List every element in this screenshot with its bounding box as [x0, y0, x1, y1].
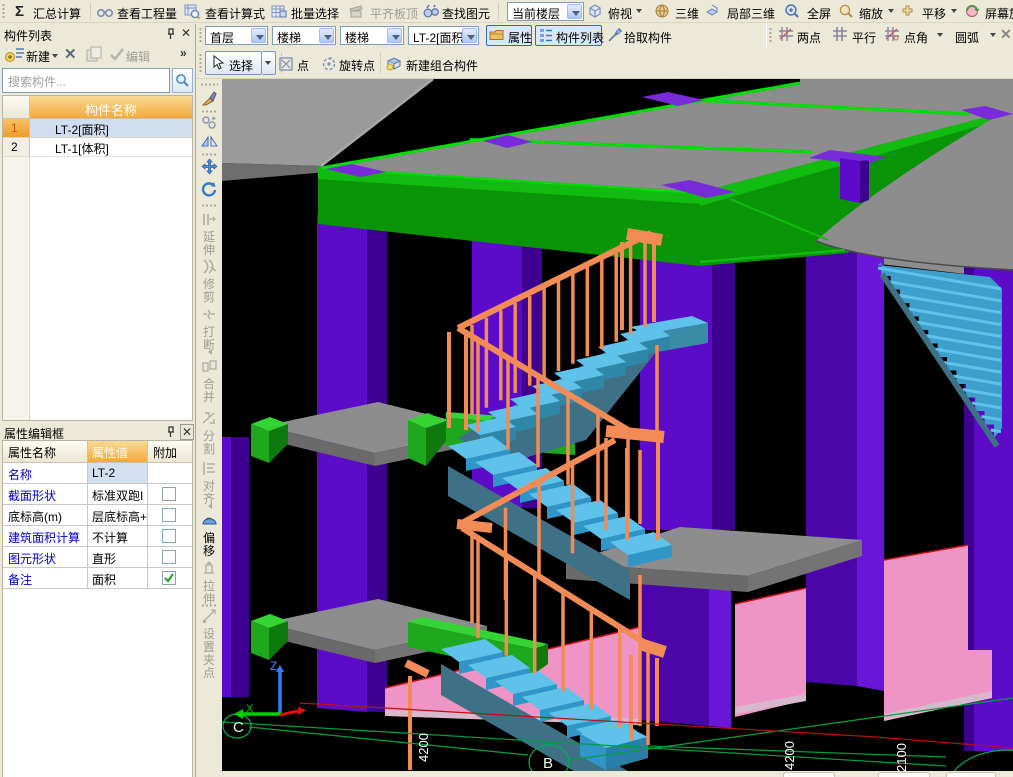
- svg-text:4200: 4200: [782, 741, 797, 770]
- svg-text:4200: 4200: [416, 733, 431, 762]
- svg-text:2100: 2100: [894, 743, 909, 771]
- svg-text:Z: Z: [270, 659, 277, 673]
- svg-text:X: X: [246, 703, 254, 715]
- svg-text:B: B: [543, 755, 553, 771]
- svg-text:C: C: [233, 719, 244, 736]
